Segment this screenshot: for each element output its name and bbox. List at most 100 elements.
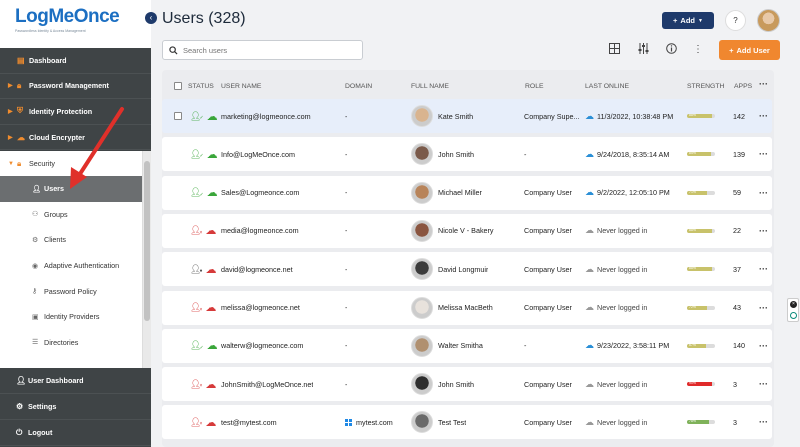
row-actions-button[interactable]: ··· xyxy=(759,176,768,210)
more-horizontal-icon[interactable]: ··· xyxy=(759,149,768,159)
column-header-last-online[interactable]: LAST ONLINE xyxy=(585,83,629,90)
more-horizontal-icon[interactable]: ··· xyxy=(759,303,768,313)
sidebar-item-user-dashboard[interactable]: 👤︎ User Dashboard xyxy=(0,368,151,394)
column-header-status[interactable]: STATUS xyxy=(188,83,214,90)
fullname-cell[interactable]: Walter Smitha xyxy=(411,329,483,363)
strength-percent: 88% xyxy=(689,114,697,117)
column-header-role[interactable]: ROLE xyxy=(525,83,544,90)
sidebar-item-clients[interactable]: ⚙ Clients xyxy=(0,227,142,253)
select-all-checkbox[interactable] xyxy=(174,82,182,90)
columns-icon[interactable] xyxy=(607,43,621,57)
help-button[interactable]: ? xyxy=(725,10,746,31)
info-icon[interactable] xyxy=(664,43,678,57)
table-row[interactable]: 👤︎ ✓ ☁ Info@LogMeOnce.com - John Smith - … xyxy=(162,137,772,172)
username-cell[interactable]: JohnSmith@LogMeOnce.net xyxy=(221,367,313,401)
column-header-apps[interactable]: APPS xyxy=(734,83,752,90)
fullname-cell[interactable]: Melissa MacBeth xyxy=(411,291,493,325)
fullname-cell[interactable]: Test Test xyxy=(411,405,466,439)
filter-sliders-icon[interactable] xyxy=(636,43,650,57)
more-horizontal-icon[interactable]: ··· xyxy=(759,188,768,198)
username-cell[interactable]: test@mytest.com xyxy=(221,405,277,439)
cloud-icon: ☁ xyxy=(585,148,594,159)
more-horizontal-icon[interactable]: ··· xyxy=(759,111,768,121)
row-actions-button[interactable]: ··· xyxy=(759,329,768,363)
fullname-cell[interactable]: John Smith xyxy=(411,137,474,171)
collapse-sidebar-button[interactable]: ‹ xyxy=(145,12,157,24)
sidebar-item-dashboard[interactable]: ▤ Dashboard xyxy=(0,48,151,74)
search-field[interactable] xyxy=(162,40,363,60)
row-actions-button[interactable]: ··· xyxy=(759,214,768,248)
fullname-cell[interactable]: Nicole V - Bakery xyxy=(411,214,494,248)
status-mark-icon: × xyxy=(199,229,203,236)
sidebar-item-password-management[interactable]: ▶ 🔒︎ Password Management xyxy=(0,74,151,100)
strength-percent: 78% xyxy=(689,420,697,424)
fullname-cell[interactable]: Kate Smith xyxy=(411,99,473,133)
more-horizontal-icon[interactable]: ··· xyxy=(759,226,768,236)
checkbox[interactable] xyxy=(174,82,182,90)
username-cell[interactable]: marketing@logmeonce.com xyxy=(221,99,311,133)
fullname-cell[interactable]: John Smith xyxy=(411,367,474,401)
more-horizontal-icon[interactable]: ··· xyxy=(759,79,768,89)
more-horizontal-icon[interactable]: ··· xyxy=(759,264,768,274)
cloud-icon: ☁ xyxy=(585,187,594,198)
sidebar-item-directories[interactable]: ☰ Directories xyxy=(0,330,142,356)
add-dropdown-button[interactable]: + Add ▼ xyxy=(662,12,714,29)
sidebar-item-identity-providers[interactable]: ▣ Identity Providers xyxy=(0,304,142,330)
username-cell[interactable]: walterw@logmeonce.com xyxy=(221,329,303,363)
sidebar-item-adaptive-authentication[interactable]: ◉ Adaptive Authentication xyxy=(0,253,142,279)
more-horizontal-icon[interactable]: ··· xyxy=(759,417,768,427)
row-actions-button[interactable]: ··· xyxy=(759,137,768,171)
sidebar-item-password-policy[interactable]: ⚷ Password Policy xyxy=(0,278,142,304)
more-horizontal-icon[interactable]: ··· xyxy=(759,341,768,351)
scrollbar-thumb[interactable] xyxy=(144,161,150,321)
sidebar-scrollbar[interactable] xyxy=(143,151,151,368)
search-input[interactable] xyxy=(183,45,353,55)
username-cell[interactable]: Info@LogMeOnce.com xyxy=(221,137,295,171)
table-row[interactable]: 👤︎ ✓ ☁ walterw@logmeonce.com - Walter Smi… xyxy=(162,328,772,363)
close-icon[interactable]: × xyxy=(790,301,797,308)
table-row[interactable]: 👤︎ × ☁ melissa@logmeonce.net - Melissa Ma… xyxy=(162,290,772,325)
table-row[interactable]: 👤︎ × ☁ test@mytest.com mytest.com Test Te… xyxy=(162,405,772,440)
strength-bar: 88% xyxy=(687,114,715,118)
table-row[interactable]: 👤︎ ● ☁ david@logmeonce.net - David Longmu… xyxy=(162,252,772,287)
sidebar-item-groups[interactable]: ⚇ Groups xyxy=(0,202,142,228)
table-row[interactable]: 👤︎ ✓ ☁ marketing@logmeonce.com - Kate Smi… xyxy=(162,99,772,133)
column-header-fullname[interactable]: FULL NAME xyxy=(411,83,449,90)
row-checkbox[interactable] xyxy=(174,99,182,133)
sidebar-item-label: Groups xyxy=(44,209,68,219)
fullname-cell[interactable]: Michael Miller xyxy=(411,176,482,210)
table-row[interactable]: 👤︎ ✓ ☁ Sales@Logmeonce.com - Michael Mill… xyxy=(162,175,772,210)
logo[interactable]: LogMeOnce Passwordless Identity & Access… xyxy=(0,0,151,48)
caret-right-icon: ▶ xyxy=(8,134,13,141)
user-avatar[interactable] xyxy=(757,9,780,32)
column-header-username[interactable]: USER NAME xyxy=(221,83,261,90)
sidebar-item-logout[interactable]: ⏻ Logout xyxy=(0,420,151,446)
last-online-text: Never logged in xyxy=(597,303,648,312)
cloud-offline-icon: ☁ xyxy=(585,225,594,236)
plus-icon: + xyxy=(729,45,734,55)
add-user-button[interactable]: + Add User xyxy=(719,40,780,60)
username-cell[interactable]: david@logmeonce.net xyxy=(221,252,293,286)
more-horizontal-icon[interactable]: ··· xyxy=(759,379,768,389)
role-cell: Company User xyxy=(524,303,572,312)
username-cell[interactable]: melissa@logmeonce.net xyxy=(221,291,300,325)
table-row[interactable]: 👤︎ × ☁ JohnSmith@LogMeOnce.net - John Smi… xyxy=(162,367,772,402)
row-actions-button[interactable]: ··· xyxy=(759,367,768,401)
username-cell[interactable]: media@logmeonce.com xyxy=(221,214,299,248)
sidebar-item-settings[interactable]: ⚙ Settings xyxy=(0,394,151,420)
row-actions-button[interactable]: ··· xyxy=(759,99,768,133)
row-actions-button[interactable]: ··· xyxy=(759,252,768,286)
row-actions-button[interactable]: ··· xyxy=(759,291,768,325)
row-actions-button[interactable]: ··· xyxy=(759,405,768,439)
status-mark-icon: ✓ xyxy=(199,191,204,198)
username-cell[interactable]: Sales@Logmeonce.com xyxy=(221,176,299,210)
checkbox[interactable] xyxy=(174,112,182,120)
column-header-strength[interactable]: STRENGTH xyxy=(687,83,724,90)
table-row[interactable]: 👤︎ × ☁ media@logmeonce.com - Nicole V - B… xyxy=(162,213,772,248)
more-vertical-icon[interactable]: ⋮ xyxy=(691,43,705,57)
last-online-cell: ☁ 9/23/2022, 3:58:11 PM xyxy=(585,329,669,363)
chat-icon[interactable] xyxy=(790,312,797,319)
side-widget[interactable]: × xyxy=(787,298,799,322)
fullname-cell[interactable]: David Longmuir xyxy=(411,252,488,286)
column-header-domain[interactable]: DOMAIN xyxy=(345,83,372,90)
